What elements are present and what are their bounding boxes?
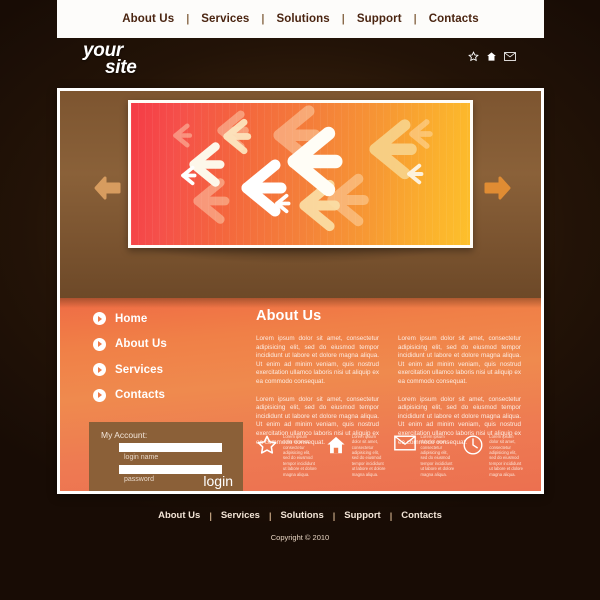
sidebar-navigation: Home About Us Services Contacts [93,312,243,414]
login-button[interactable]: login [203,473,233,489]
header-icon-group [468,51,516,62]
sidebar-item-contacts[interactable]: Contacts [93,388,243,402]
feature-item[interactable]: Lorem ipsum dolor sit amet, consectetur … [256,434,317,477]
site-footer: About Us | Services | Solutions | Suppor… [0,510,600,542]
feature-strip: Lorem ipsum dolor sit amet, consectetur … [256,434,523,477]
feature-text: Lorem ipsum dolor sit amet, consectetur … [420,433,455,477]
feature-item[interactable]: Lorem ipsum dolor sit amet, consectetur … [325,434,386,477]
sidebar-item-home[interactable]: Home [93,312,243,325]
feature-item[interactable]: Lorem ipsum dolor sit amet, consectetur … [393,433,455,477]
slider-artwork [131,103,470,245]
bullet-arrow-icon [93,337,106,351]
footer-item-about-us[interactable]: About Us [149,510,209,521]
feature-item[interactable]: Lorem ipsum dolor sit amet, consectetur … [462,434,523,477]
footer-item-solutions[interactable]: Solutions [271,510,332,521]
topnav-item-support[interactable]: Support [345,13,414,25]
footer-item-services[interactable]: Services [212,510,269,521]
slider-prev-button[interactable] [92,173,124,203]
login-name-caption: login name [124,454,159,461]
about-paragraph: Lorem ipsum dolor sit amet, consectetur … [398,335,521,385]
footer-item-support[interactable]: Support [335,510,389,521]
bullet-arrow-icon [93,363,106,376]
sidebar-item-about-us[interactable]: About Us [93,337,243,351]
hero-slider[interactable] [128,100,473,248]
site-header: your site [57,38,544,85]
top-navigation-bar: About Us | Services | Solutions | Suppor… [57,0,544,38]
copyright-text: Copyright © 2010 [270,533,330,542]
bullet-arrow-icon [93,388,106,402]
feature-text: Lorem ipsum dolor sit amet, consectetur … [351,433,386,477]
feature-text: Lorem ipsum dolor sit amet, consectetur … [283,433,317,477]
about-paragraph: Lorem ipsum dolor sit amet, consectetur … [256,335,379,385]
slider-next-button[interactable] [481,173,513,203]
clock-icon [462,434,484,456]
sidebar-item-label: Contacts [115,389,166,401]
login-form: My Account: login name password login [89,422,243,491]
sidebar-item-label: Home [115,312,148,325]
feature-text: Lorem ipsum dolor sit amet, consectetur … [489,433,524,477]
topnav-item-solutions[interactable]: Solutions [264,13,341,25]
star-icon[interactable] [468,51,479,62]
home-icon[interactable] [486,51,497,62]
about-heading: About Us [256,308,322,324]
bullet-arrow-icon [93,312,106,325]
site-logo[interactable]: your site [83,41,137,78]
arrow-graphics [131,103,470,245]
login-name-input[interactable] [119,443,222,452]
footer-nav-list: About Us | Services | Solutions | Suppor… [0,510,600,521]
topnav-item-about-us[interactable]: About Us [110,13,186,25]
footer-item-contacts[interactable]: Contacts [392,510,451,521]
envelope-icon[interactable] [504,51,516,62]
main-content-panel: Home About Us Services Contacts My Accou… [57,88,544,494]
sidebar-item-services[interactable]: Services [93,363,243,376]
password-caption: password [124,476,154,483]
content-section: Home About Us Services Contacts My Accou… [60,298,541,491]
sidebar-item-label: About Us [115,338,167,350]
topnav-item-contacts[interactable]: Contacts [417,13,491,25]
star-icon [256,434,278,456]
logo-line-2: site [105,57,137,78]
home-icon [325,434,347,456]
login-form-title: My Account: [101,430,148,440]
sidebar-item-label: Services [115,363,164,376]
topnav-item-services[interactable]: Services [189,13,261,25]
top-nav-list: About Us | Services | Solutions | Suppor… [110,13,490,25]
envelope-icon [393,434,416,456]
